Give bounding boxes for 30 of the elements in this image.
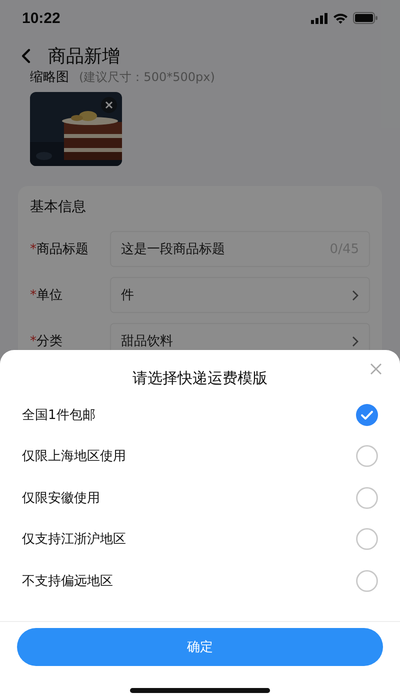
required-mark: *	[30, 242, 36, 256]
battery-icon	[353, 12, 378, 24]
option-item[interactable]: 不支持偏远地区	[22, 560, 378, 602]
wifi-icon	[333, 12, 348, 24]
radio-unchecked-icon[interactable]	[356, 486, 378, 509]
field-label: 分类	[36, 333, 62, 350]
status-time: 10:22	[22, 10, 60, 26]
option-item[interactable]: 全国1件包邮	[22, 394, 378, 436]
field-label: 单位	[36, 287, 62, 304]
required-mark: *	[30, 334, 36, 348]
chevron-right-icon	[352, 336, 359, 346]
radio-checked-icon[interactable]	[356, 404, 378, 426]
thumbnail-label: 缩略图	[30, 69, 69, 84]
option-item[interactable]: 仅支持江浙沪地区	[22, 518, 378, 560]
chevron-right-icon	[352, 290, 359, 300]
radio-unchecked-icon[interactable]	[356, 528, 378, 550]
required-mark: *	[30, 288, 36, 302]
field-label: 商品标题	[36, 241, 88, 258]
signal-icon	[311, 12, 328, 24]
section-title: 基本信息	[30, 198, 87, 216]
close-icon[interactable]	[101, 97, 117, 113]
option-item[interactable]: 仅限上海地区使用	[22, 436, 378, 477]
option-item[interactable]: 仅限安徽使用	[22, 477, 378, 518]
radio-unchecked-icon[interactable]	[356, 445, 378, 468]
page-title: 商品新增	[48, 45, 120, 68]
radio-unchecked-icon[interactable]	[356, 570, 378, 592]
size-hint: (建议尺寸：500*500px)	[79, 69, 215, 84]
sheet-title: 请选择快递运费模版	[132, 369, 268, 388]
close-button[interactable]	[370, 363, 382, 375]
select-field[interactable]: 件	[110, 277, 370, 313]
